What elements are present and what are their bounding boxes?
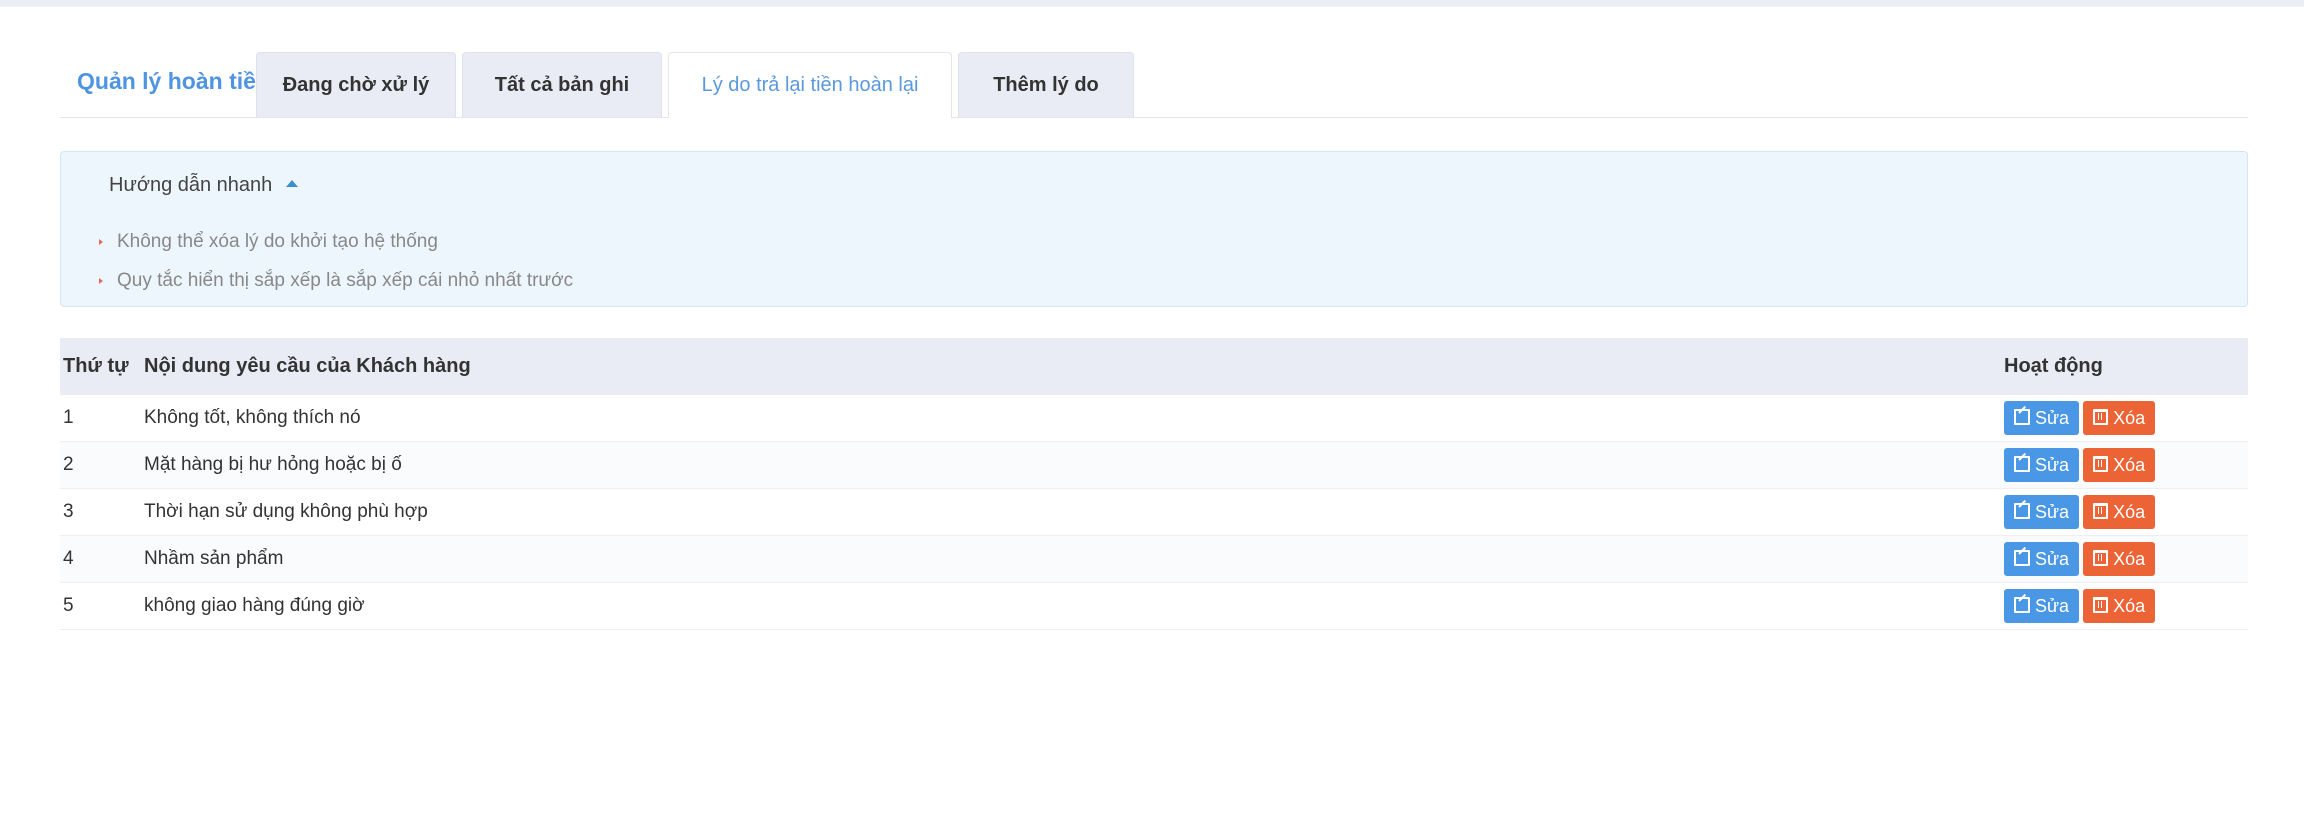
quick-guide-panel: Hướng dẫn nhanh Không thể xóa lý do khởi… [60,151,2248,307]
row-actions: Sửa Xóa [2004,401,2159,435]
page-title: Quản lý hoàn tiền [77,68,270,94]
edit-icon [2014,503,2030,519]
reasons-table: Thứ tự Nội dung yêu cầu của Khách hàng H… [60,338,2248,630]
delete-button[interactable]: Xóa [2083,495,2156,529]
tab-refund-reasons[interactable]: Lý do trả lại tiền hoàn lại [668,52,952,118]
header-content: Nội dung yêu cầu của Khách hàng [144,355,471,377]
trash-icon [2093,503,2109,519]
bullet-icon [99,278,103,284]
edit-icon [2014,550,2030,566]
row-content: Thời hạn sử dụng không phù hợp [144,501,428,522]
trash-icon [2093,456,2109,472]
table-row: 5 không giao hàng đúng giờ Sửa Xóa [60,583,2248,630]
quick-guide-list: Không thể xóa lý do khởi tạo hệ thống Qu… [99,222,573,300]
row-order: 5 [63,595,74,616]
edit-button[interactable]: Sửa [2004,448,2080,482]
table-row: 3 Thời hạn sử dụng không phù hợp Sửa Xóa [60,489,2248,536]
tab-bar: Quản lý hoàn tiền Đang chờ xử lý Tất cả … [60,45,2248,118]
guide-item: Quy tắc hiển thị sắp xếp là sắp xếp cái … [99,261,573,300]
edit-button[interactable]: Sửa [2004,542,2080,576]
row-actions: Sửa Xóa [2004,448,2159,482]
edit-icon [2014,597,2030,613]
row-content: Không tốt, không thích nó [144,407,361,428]
trash-icon [2093,550,2109,566]
row-actions: Sửa Xóa [2004,589,2159,623]
row-order: 1 [63,407,74,428]
delete-button[interactable]: Xóa [2083,448,2156,482]
tab-pending[interactable]: Đang chờ xử lý [256,52,456,117]
table-row: 1 Không tốt, không thích nó Sửa Xóa [60,395,2248,442]
row-actions: Sửa Xóa [2004,542,2159,576]
trash-icon [2093,597,2109,613]
table-row: 2 Mặt hàng bị hư hỏng hoặc bị ố Sửa Xóa [60,442,2248,489]
tab-all-records[interactable]: Tất cả bản ghi [462,52,662,117]
row-content: Nhầm sản phẩm [144,548,284,569]
edit-button[interactable]: Sửa [2004,495,2080,529]
row-content: không giao hàng đúng giờ [144,595,365,616]
header-actions: Hoạt động [2004,355,2103,377]
quick-guide-title: Hướng dẫn nhanh [109,174,273,196]
table-header: Thứ tự Nội dung yêu cầu của Khách hàng H… [60,338,2248,395]
edit-button[interactable]: Sửa [2004,589,2080,623]
row-order: 4 [63,548,74,569]
row-order: 3 [63,501,74,522]
row-actions: Sửa Xóa [2004,495,2159,529]
delete-button[interactable]: Xóa [2083,542,2156,576]
guide-item: Không thể xóa lý do khởi tạo hệ thống [99,222,573,261]
edit-icon [2014,409,2030,425]
edit-icon [2014,456,2030,472]
bullet-icon [99,239,103,245]
quick-guide-toggle[interactable]: Hướng dẫn nhanh [109,174,299,197]
row-content: Mặt hàng bị hư hỏng hoặc bị ố [144,454,402,475]
table-body: 1 Không tốt, không thích nó Sửa Xóa 2 Mặt… [60,395,2248,630]
header-order: Thứ tự [63,355,129,377]
tab-add-reason[interactable]: Thêm lý do [958,52,1134,117]
table-row: 4 Nhầm sản phẩm Sửa Xóa [60,536,2248,583]
trash-icon [2093,409,2109,425]
page: Quản lý hoàn tiền Đang chờ xử lý Tất cả … [0,7,2304,821]
caret-up-icon [286,180,299,188]
edit-button[interactable]: Sửa [2004,401,2080,435]
delete-button[interactable]: Xóa [2083,589,2156,623]
row-order: 2 [63,454,74,475]
delete-button[interactable]: Xóa [2083,401,2156,435]
